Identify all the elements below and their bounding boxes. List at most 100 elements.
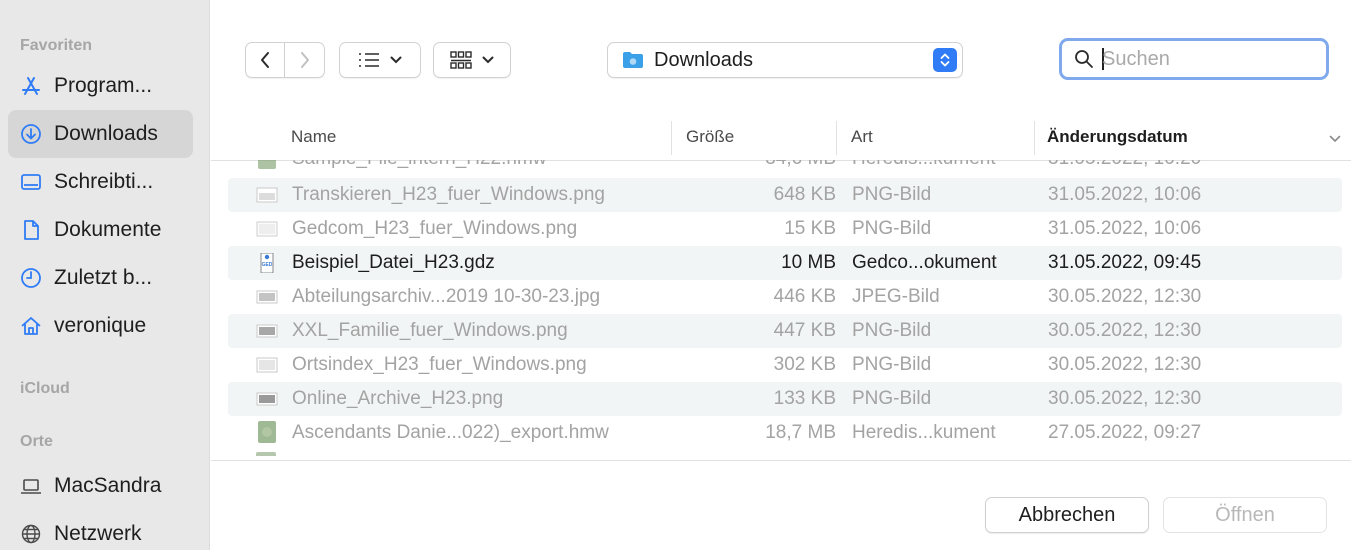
sidebar-item-label: Program... [54,74,153,97]
file-kind: PNG-Bild [852,184,932,205]
sidebar-item-macsandra[interactable]: MacSandra [8,462,193,510]
back-button[interactable] [245,42,285,78]
file-row[interactable]: Transkieren_H23_fuer_Windows.png 648 KB … [228,178,1342,212]
group-mode-button[interactable] [433,42,511,78]
search-field[interactable] [1059,38,1329,80]
file-name: Gedcom_H23_fuer_Windows.png [292,218,578,239]
sidebar-item-label: Downloads [54,122,158,145]
file-kind: PNG-Bild [852,354,932,375]
column-divider[interactable] [836,121,837,155]
chevron-down-icon [482,56,494,64]
sidebar-item-label: Zuletzt b... [54,266,153,289]
sidebar-item-label: Schreibti... [54,170,154,193]
file-size: 15 KB [784,218,836,239]
file-size: 302 KB [773,354,836,375]
footer-divider [211,460,1351,461]
png-image-icon [256,324,278,338]
desktop-icon [20,171,42,193]
recents-icon [20,267,42,289]
heredis-file-icon [258,421,276,443]
file-row[interactable]: XXL_Familie_fuer_Windows.png 447 KB PNG-… [228,314,1342,348]
file-row-selectable[interactable]: GED Beispiel_Datei_H23.gdz 10 MB Gedco..… [228,246,1342,280]
file-list: Sample_File_intern_H22.hmw 34,6 MB Hered… [211,160,1351,456]
file-date: 30.05.2022, 12:30 [1048,388,1202,409]
file-size: 133 KB [773,388,836,409]
sidebar-item-label: Netzwerk [54,522,142,545]
file-kind: PNG-Bild [852,388,932,409]
sidebar-item-desktop[interactable]: Schreibti... [8,158,193,206]
file-kind: PNG-Bild [852,218,932,239]
file-size: 18,7 MB [765,422,836,443]
chevron-left-icon [261,52,269,68]
png-image-icon [256,357,278,373]
home-icon [20,315,42,337]
sort-descending-icon[interactable] [1329,135,1341,143]
chevron-right-icon [300,52,309,68]
partial-file-icon [256,452,276,456]
file-open-dialog: Favoriten Program... Downloads Schreibti… [0,0,1351,550]
file-name: Ortsindex_H23_fuer_Windows.png [292,354,587,375]
location-label: Downloads [654,48,753,71]
column-name-header[interactable]: Name [291,127,336,147]
file-row[interactable]: Ascendants Danie...022)_export.hmw 18,7 … [228,416,1342,450]
file-date: 31.05.2022, 10:06 [1048,184,1202,205]
sidebar-item-recents[interactable]: Zuletzt b... [8,254,193,302]
file-name: Beispiel_Datei_H23.gdz [292,252,495,273]
heredis-file-icon [258,160,276,169]
file-row[interactable]: Abteilungsarchiv...2019 10-30-23.jpg 446… [228,280,1342,314]
sidebar-item-downloads[interactable]: Downloads [8,110,193,158]
png-image-icon [256,221,278,237]
up-down-chevron-icon [933,48,957,72]
file-kind: Heredis...kument [852,160,996,170]
file-date: 30.05.2022, 12:30 [1048,286,1202,307]
file-kind: PNG-Bild [852,320,932,341]
file-name: Online_Archive_H23.png [292,388,504,409]
file-name: Sample_File_intern_H22.hmw [292,160,547,170]
column-date-header[interactable]: Änderungsdatum [1047,127,1188,147]
location-popup[interactable]: Downloads [607,42,963,78]
sidebar-item-label: Dokumente [54,218,162,241]
column-header: Name Größe Art Änderungsdatum [211,115,1351,161]
sidebar-item-documents[interactable]: Dokumente [8,206,193,254]
file-date: 31.05.2022, 10:20 [1048,160,1201,170]
jpeg-image-icon [256,290,278,304]
search-input[interactable] [1102,47,1302,71]
file-date: 27.05.2022, 09:27 [1048,422,1202,443]
sidebar-section-locations[interactable]: Orte [20,433,53,451]
file-kind: Heredis...kument [852,422,996,443]
sidebar-item-applications[interactable]: Program... [8,62,193,110]
view-mode-list-button[interactable] [339,42,421,78]
column-size-header[interactable]: Größe [686,127,734,147]
file-date: 30.05.2022, 12:30 [1048,320,1202,341]
sidebar-item-home[interactable]: veronique [8,302,193,350]
forward-button[interactable] [285,42,325,78]
sidebar-item-label: MacSandra [54,474,162,497]
group-grid-icon [450,51,472,69]
network-icon [20,523,42,545]
column-kind-header[interactable]: Art [851,127,873,147]
file-date: 31.05.2022, 09:45 [1048,252,1202,273]
file-name: XXL_Familie_fuer_Windows.png [292,320,568,341]
applications-icon [20,75,42,97]
file-row[interactable]: Ortsindex_H23_fuer_Windows.png 302 KB PN… [228,348,1342,382]
file-row[interactable]: Online_Archive_H23.png 133 KB PNG-Bild 3… [228,382,1342,416]
sidebar-item-network[interactable]: Netzwerk [8,510,193,550]
open-button[interactable]: Öffnen [1163,497,1327,533]
file-kind: JPEG-Bild [852,286,940,307]
column-divider[interactable] [671,121,672,155]
downloads-icon [20,123,42,145]
file-size: 648 KB [773,184,836,205]
file-row[interactable]: Gedcom_H23_fuer_Windows.png 15 KB PNG-Bi… [228,212,1342,246]
sidebar-section-icloud[interactable]: iCloud [20,380,70,398]
cancel-button[interactable]: Abbrechen [985,497,1149,533]
svg-text:GED: GED [262,262,273,268]
column-divider[interactable] [1034,121,1035,155]
list-view-icon [359,53,379,67]
file-row[interactable]: Sample_File_intern_H22.hmw 34,6 MB Hered… [228,160,1342,176]
png-image-icon [256,187,278,203]
sidebar-item-label: veronique [54,314,147,337]
file-date: 30.05.2022, 12:30 [1048,354,1202,375]
sidebar: Favoriten Program... Downloads Schreibti… [0,0,210,550]
file-size: 10 MB [781,252,836,273]
file-size: 34,6 MB [765,160,836,170]
